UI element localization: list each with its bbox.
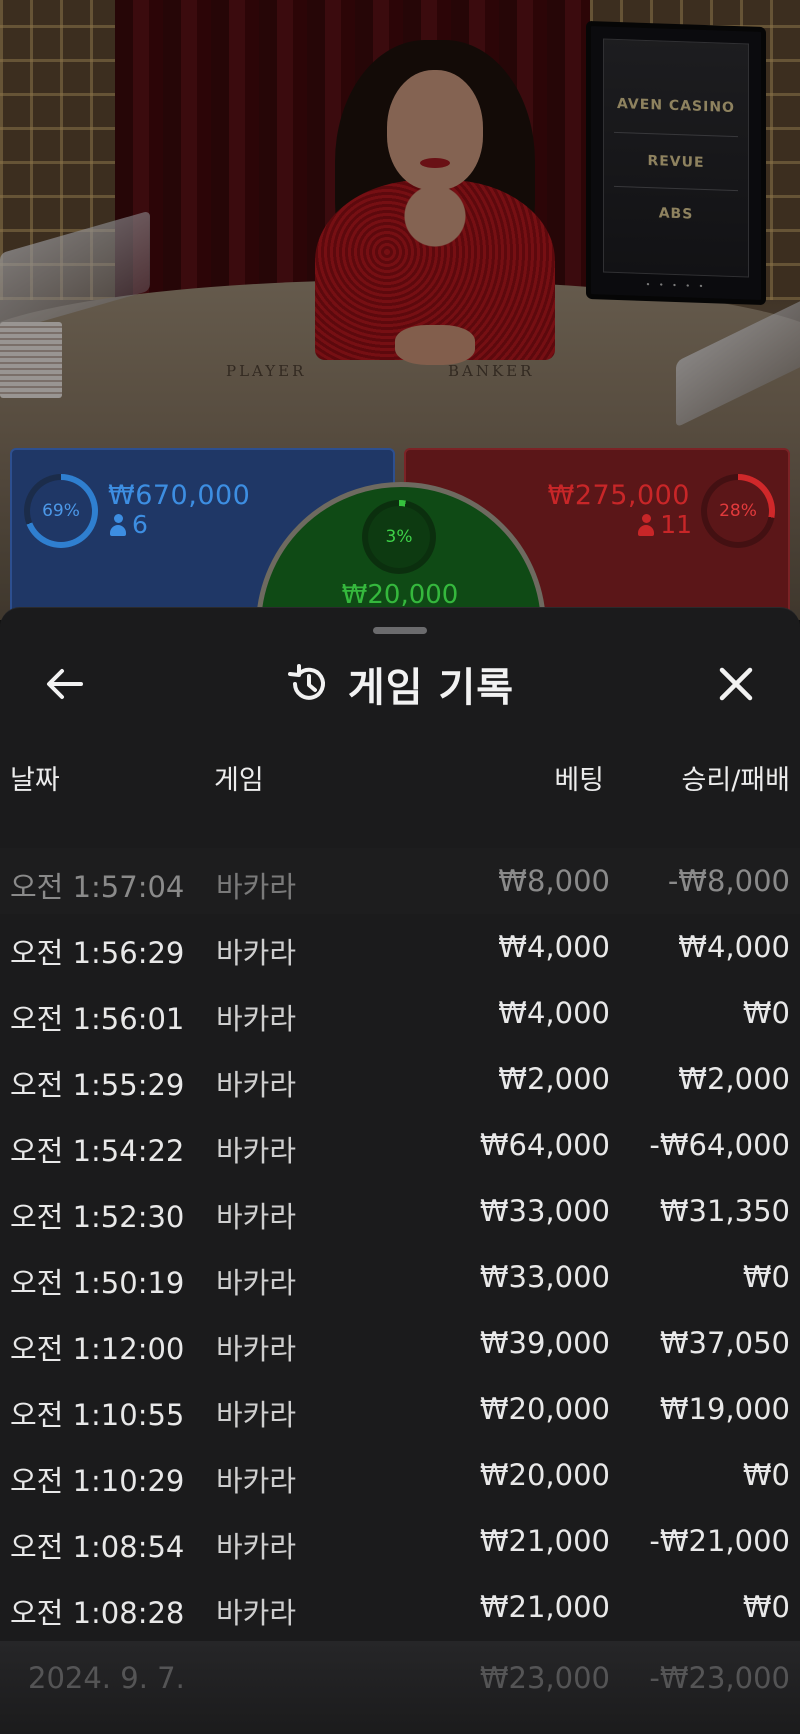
partial-row-date: 2024. 9. 7. [28,1661,185,1695]
banker-count-value: 11 [660,510,692,539]
row-win-loss: ₩0 [742,1590,790,1624]
row-game: 바카라 [216,1332,297,1366]
close-button[interactable] [710,658,762,710]
row-date: 오전 1:08:28 [10,1596,185,1630]
table-row[interactable]: 오전 1:56:29 바카라 ₩4,000 ₩4,000 [0,914,800,980]
column-header-date: 날짜 [10,765,60,796]
player-bet-total: ₩670,000 [108,480,251,511]
row-win-loss: -₩64,000 [649,1128,790,1162]
banker-bettor-count: 11 [638,510,692,539]
tie-percent: 3% [368,506,430,568]
row-bet: ₩21,000 [479,1524,610,1558]
row-date: 오전 1:56:29 [10,936,185,970]
column-header-win-loss: 승리/패배 [681,765,790,796]
row-bet: ₩20,000 [479,1458,610,1492]
row-win-loss: ₩0 [742,1458,790,1492]
row-date: 오전 1:57:04 [10,870,185,904]
player-percent: 69% [30,480,92,542]
table-row[interactable]: 오전 1:08:28 바카라 ₩21,000 ₩0 [0,1574,800,1640]
row-game: 바카라 [216,936,297,970]
row-win-loss: ₩19,000 [659,1392,790,1426]
row-game: 바카라 [216,1398,297,1432]
row-game: 바카라 [216,1266,297,1300]
row-bet: ₩8,000 [498,864,610,898]
banker-bet-total: ₩275,000 [547,480,690,511]
table-row[interactable]: 오전 1:50:19 바카라 ₩33,000 ₩0 [0,1244,800,1310]
row-date: 오전 1:12:00 [10,1332,185,1366]
sheet-header: 게임 기록 [0,654,800,714]
row-game: 바카라 [216,1596,297,1630]
partial-row-bet: ₩23,000 [479,1661,610,1695]
row-bet: ₩21,000 [479,1590,610,1624]
row-date: 오전 1:55:29 [10,1068,185,1102]
row-game: 바카라 [216,1464,297,1498]
table-row[interactable]: 오전 1:56:01 바카라 ₩4,000 ₩0 [0,980,800,1046]
table-row[interactable]: 오전 1:54:22 바카라 ₩64,000 -₩64,000 [0,1112,800,1178]
history-table[interactable]: 오전 1:57:04 바카라 ₩8,000 -₩8,000 오전 1:56:29 바카라 ₩… [0,848,800,1640]
history-icon [287,664,325,700]
column-header-bet: 베팅 [554,765,604,796]
row-date: 오전 1:52:30 [10,1200,185,1234]
table-row[interactable]: 오전 1:57:04 바카라 ₩8,000 -₩8,000 [0,848,800,914]
row-win-loss: ₩37,050 [659,1326,790,1360]
row-date: 오전 1:10:55 [10,1398,185,1432]
banker-percent: 28% [707,480,769,542]
row-date: 오전 1:10:29 [10,1464,185,1498]
row-win-loss: ₩4,000 [678,930,790,964]
row-game: 바카라 [216,1002,297,1036]
row-game: 바카라 [216,1134,297,1168]
scrolled-partial-row [0,806,800,830]
row-win-loss: -₩21,000 [649,1524,790,1558]
row-game: 바카라 [216,1200,297,1234]
row-win-loss: ₩0 [742,1260,790,1294]
row-bet: ₩33,000 [479,1194,610,1228]
person-icon [110,513,126,536]
tie-bet-total: ₩20,000 [341,580,459,610]
row-game: 바카라 [216,1068,297,1102]
row-bet: ₩39,000 [479,1326,610,1360]
table-row[interactable]: 오전 1:52:30 바카라 ₩33,000 ₩31,350 [0,1178,800,1244]
game-history-sheet: 게임 기록 날짜 게임 베팅 승리/패배 오전 1:57:04 바카라 ₩8,000… [0,607,800,1734]
row-bet: ₩33,000 [479,1260,610,1294]
person-icon [638,513,655,536]
row-bet: ₩2,000 [498,1062,610,1096]
column-header-game: 게임 [214,765,264,796]
table-row[interactable]: 오전 1:10:29 바카라 ₩20,000 ₩0 [0,1442,800,1508]
row-date: 오전 1:56:01 [10,1002,185,1036]
row-game: 바카라 [216,1530,297,1564]
row-win-loss: ₩31,350 [659,1194,790,1228]
tie-percent-ring: 3% [362,500,436,574]
table-row[interactable]: 오전 1:10:55 바카라 ₩20,000 ₩19,000 [0,1376,800,1442]
table-row[interactable]: 오전 1:12:00 바카라 ₩39,000 ₩37,050 [0,1310,800,1376]
row-date: 오전 1:54:22 [10,1134,185,1168]
partial-row: 2024. 9. 7. ₩23,000 -₩23,000 [0,1641,800,1734]
row-bet: ₩20,000 [479,1392,610,1426]
player-bettor-count: 6 [110,510,148,539]
close-icon [719,667,753,701]
player-count-value: 6 [132,510,148,539]
row-win-loss: ₩0 [742,996,790,1030]
row-bet: ₩64,000 [479,1128,610,1162]
table-row[interactable]: 오전 1:08:54 바카라 ₩21,000 -₩21,000 [0,1508,800,1574]
drag-handle[interactable] [373,627,427,634]
row-win-loss: -₩8,000 [667,864,790,898]
row-bet: ₩4,000 [498,930,610,964]
sheet-title: 게임 기록 [347,665,515,711]
row-win-loss: ₩2,000 [678,1062,790,1096]
row-game: 바카라 [216,870,297,904]
row-bet: ₩4,000 [498,996,610,1030]
table-row[interactable]: 오전 1:55:29 바카라 ₩2,000 ₩2,000 [0,1046,800,1112]
partial-row-win-loss: -₩23,000 [649,1661,790,1695]
banker-percent-ring: 28% [701,474,775,548]
row-date: 오전 1:50:19 [10,1266,185,1300]
row-date: 오전 1:08:54 [10,1530,185,1564]
player-percent-ring: 69% [24,474,98,548]
